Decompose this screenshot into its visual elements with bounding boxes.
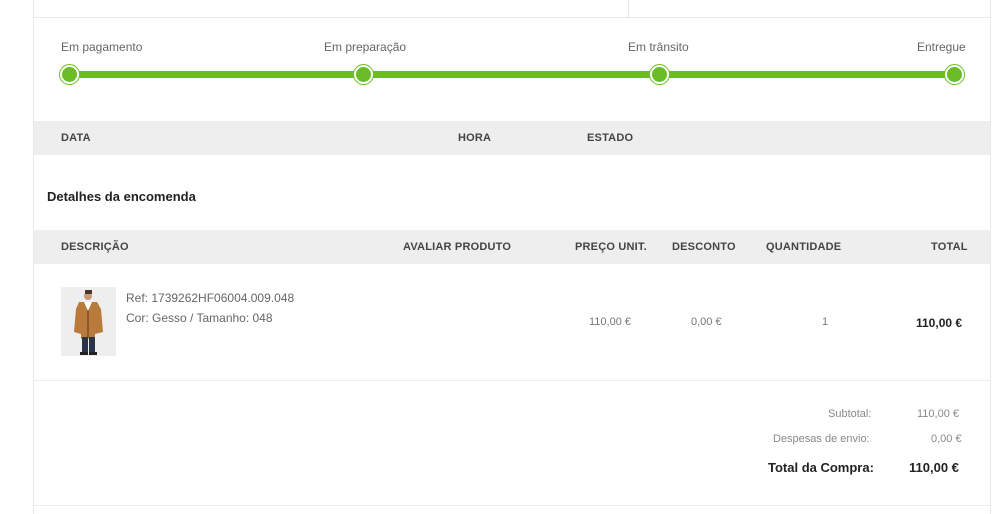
col-header-unit-price: PREÇO UNIT. [575,241,647,253]
progress-track [69,71,954,78]
item-discount: 0,00 € [691,316,722,328]
col-header-date: DATA [61,132,91,144]
panel-right-border [990,0,991,514]
col-header-time: HORA [458,132,492,144]
step-label-transit: Em trânsito [628,40,689,54]
step-label-delivered: Entregue [917,40,966,54]
step-dot-delivered [945,65,964,84]
subtotal-value: 110,00 € [917,408,960,420]
items-table-header: DESCRIÇÃO AVALIAR PRODUTO PREÇO UNIT. DE… [34,230,990,264]
grand-total-value: 110,00 € [909,460,959,475]
item-unit-price: 110,00 € [589,316,632,328]
step-dot-payment [60,65,79,84]
bottom-divider [34,505,990,506]
item-total: 110,00 € [916,316,963,330]
col-header-status: ESTADO [587,132,634,144]
step-dot-preparation [354,65,373,84]
subtotal-label: Subtotal: [828,408,872,420]
col-header-description: DESCRIÇÃO [61,241,129,253]
col-header-total: TOTAL [931,241,968,253]
top-divider [33,17,990,18]
product-image-icon [61,287,116,356]
shipping-label: Despesas de envio: [773,433,870,445]
history-table-header: DATA HORA ESTADO [34,121,990,155]
grand-total-label: Total da Compra: [768,460,874,475]
item-quantity: 1 [822,316,829,328]
top-column-divider [628,0,629,17]
row-divider [34,380,990,381]
step-dot-transit [650,65,669,84]
step-label-preparation: Em preparação [324,40,407,54]
col-header-discount: DESCONTO [672,241,736,253]
order-details-title: Detalhes da encomenda [47,189,196,204]
item-variant: Cor: Gesso / Tamanho: 048 [126,311,273,325]
step-label-payment: Em pagamento [61,40,143,54]
col-header-rate-product: AVALIAR PRODUTO [403,241,512,253]
product-thumbnail[interactable] [61,287,116,356]
item-ref: Ref: 1739262HF06004.009.048 [126,291,295,305]
shipping-value: 0,00 € [931,433,962,445]
col-header-quantity: QUANTIDADE [766,241,842,253]
